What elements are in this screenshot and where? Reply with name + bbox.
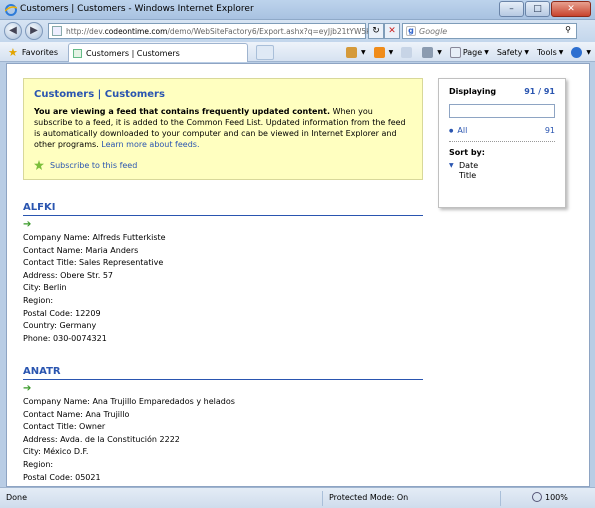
tools-menu-label: Tools [537,47,557,57]
address-url: http://dev.codeontime.com/demo/WebSiteFa… [66,27,371,36]
print-button[interactable]: ▼ [422,46,442,58]
entry-field: Contact Name: Ana Trujillo [23,409,130,419]
refresh-dropdown-icon[interactable]: ↻ [368,23,384,39]
back-button[interactable]: ◀ [4,22,22,40]
all-filter[interactable]: All 91 [449,126,555,135]
sort-by-date[interactable]: Date [449,161,555,170]
close-button[interactable]: ✕ [551,1,591,17]
displaying-label: Displaying [449,87,497,96]
page-menu[interactable]: Page ▼ [449,46,489,58]
page-icon [449,46,461,58]
mail-button[interactable] [401,46,414,58]
browser-tab[interactable]: Customers | Customers [68,43,248,62]
zoom-icon [532,492,542,502]
zoom-level: 100% [545,492,568,502]
divider [449,141,555,142]
subscribe-star-icon [34,160,44,170]
address-bar[interactable]: http://dev.codeontime.com/demo/WebSiteFa… [48,23,371,39]
page-menu-label: Page [462,47,483,57]
home-icon [345,46,357,58]
mail-icon [401,46,413,58]
window-title: Customers | Customers - Windows Internet… [20,4,254,14]
status-text: Done [6,493,28,502]
entry-field: Address: Obere Str. 57 [23,270,114,280]
feed-entry: ALFKI ➔ Company Name: Alfreds Futterkist… [23,202,423,345]
all-count: 91 [544,126,555,135]
entry-field: Company Name: Ana Trujillo Emparedados y… [23,397,235,406]
command-bar: ★ Favorites Customers | Customers ▼ ▼ ▼ … [0,42,595,62]
displaying-row: Displaying 91 / 91 [449,87,555,96]
star-icon: ★ [8,45,18,59]
tab-label: Customers | Customers [86,48,180,58]
green-arrow-icon[interactable]: ➔ [23,383,423,396]
home-button[interactable]: ▼ [345,46,366,58]
status-bar: Done Protected Mode: On 100% [0,487,595,508]
forward-button[interactable]: ▶ [25,22,43,40]
entry-field: Postal Code: 12209 [23,308,101,318]
feed-title: Customers | Customers [34,89,165,100]
divider [322,491,323,506]
search-box[interactable]: g ⚲ [402,23,577,39]
sort-by-label: Sort by: [449,148,485,157]
search-icon[interactable]: ⚲ [561,25,575,37]
entry-field: Address: Avda. de la Constitución 2222 [23,434,180,444]
feed-favicon-icon [73,48,82,58]
help-button[interactable]: ▼ [571,46,591,58]
safety-menu[interactable]: Safety ▼ [497,48,529,57]
entry-field: Phone: 030-0074321 [23,333,107,343]
page-icon [52,26,62,36]
ie-logo-icon [5,4,17,16]
entry-field: Company Name: Alfreds Futterkiste [23,233,166,242]
feed-info-box: Customers | Customers You are viewing a … [23,78,423,180]
page-content: Customers | Customers You are viewing a … [6,63,590,487]
all-label: All [449,126,467,135]
feeds-icon [373,46,385,58]
safety-menu-label: Safety [496,47,523,57]
learn-more-link[interactable]: Learn more about feeds. [101,140,199,149]
tools-menu[interactable]: Tools ▼ [537,48,563,57]
search-input[interactable] [419,25,559,37]
green-arrow-icon[interactable]: ➔ [23,219,423,232]
divider [500,491,501,506]
stop-icon[interactable]: ✕ [384,23,400,39]
feeds-button[interactable]: ▼ [373,46,393,58]
entry-field: Contact Title: Owner [23,422,106,432]
minimize-button[interactable]: – [499,1,524,17]
entry-heading-link[interactable]: ALFKI [23,202,423,216]
entry-field: Region: [23,295,54,305]
window-controls: – □ ✕ [498,1,591,17]
print-icon [422,46,434,58]
entry-field: City: Berlin [23,283,67,293]
entry-heading-link[interactable]: ANATR [23,366,423,380]
google-icon: g [406,26,416,36]
subscribe-label: Subscribe to this feed [50,160,138,170]
favorites-button[interactable]: ★ Favorites [4,44,62,60]
entry-field: Contact Title: Sales Representative [23,258,164,268]
title-bar: Customers | Customers - Windows Internet… [0,0,595,20]
subscribe-link[interactable]: Subscribe to this feed [34,160,137,170]
new-tab-button[interactable] [256,45,274,60]
feed-description-bold: You are viewing a feed that contains fre… [34,107,331,116]
protected-mode-status[interactable]: Protected Mode: On [329,493,408,502]
entry-field: Postal Code: 05021 [23,472,101,482]
favorites-label: Favorites [21,47,59,57]
filter-input[interactable] [449,104,555,118]
entry-field: Region: [23,459,54,469]
maximize-button[interactable]: □ [525,1,550,17]
zoom-control[interactable]: 100% [532,492,568,502]
entry-field: Country: Germany [23,321,97,331]
help-icon [571,46,583,58]
feed-entry: ANATR ➔ Company Name: Ana Trujillo Empar… [23,366,423,484]
entry-field: Contact Name: Maria Anders [23,245,139,255]
navigation-bar: ◀ ▶ http://dev.codeontime.com/demo/WebSi… [0,20,595,42]
entry-field: City: México D.F. [23,447,89,457]
sort-by-title[interactable]: Title [449,171,555,180]
command-buttons: ▼ ▼ ▼ Page ▼ Safety ▼ Tools ▼ ▼ [338,44,591,60]
feed-sidebar: Displaying 91 / 91 All 91 Sort by: Date … [438,78,566,208]
displaying-count: 91 / 91 [524,87,555,96]
feed-description: You are viewing a feed that contains fre… [34,106,412,150]
